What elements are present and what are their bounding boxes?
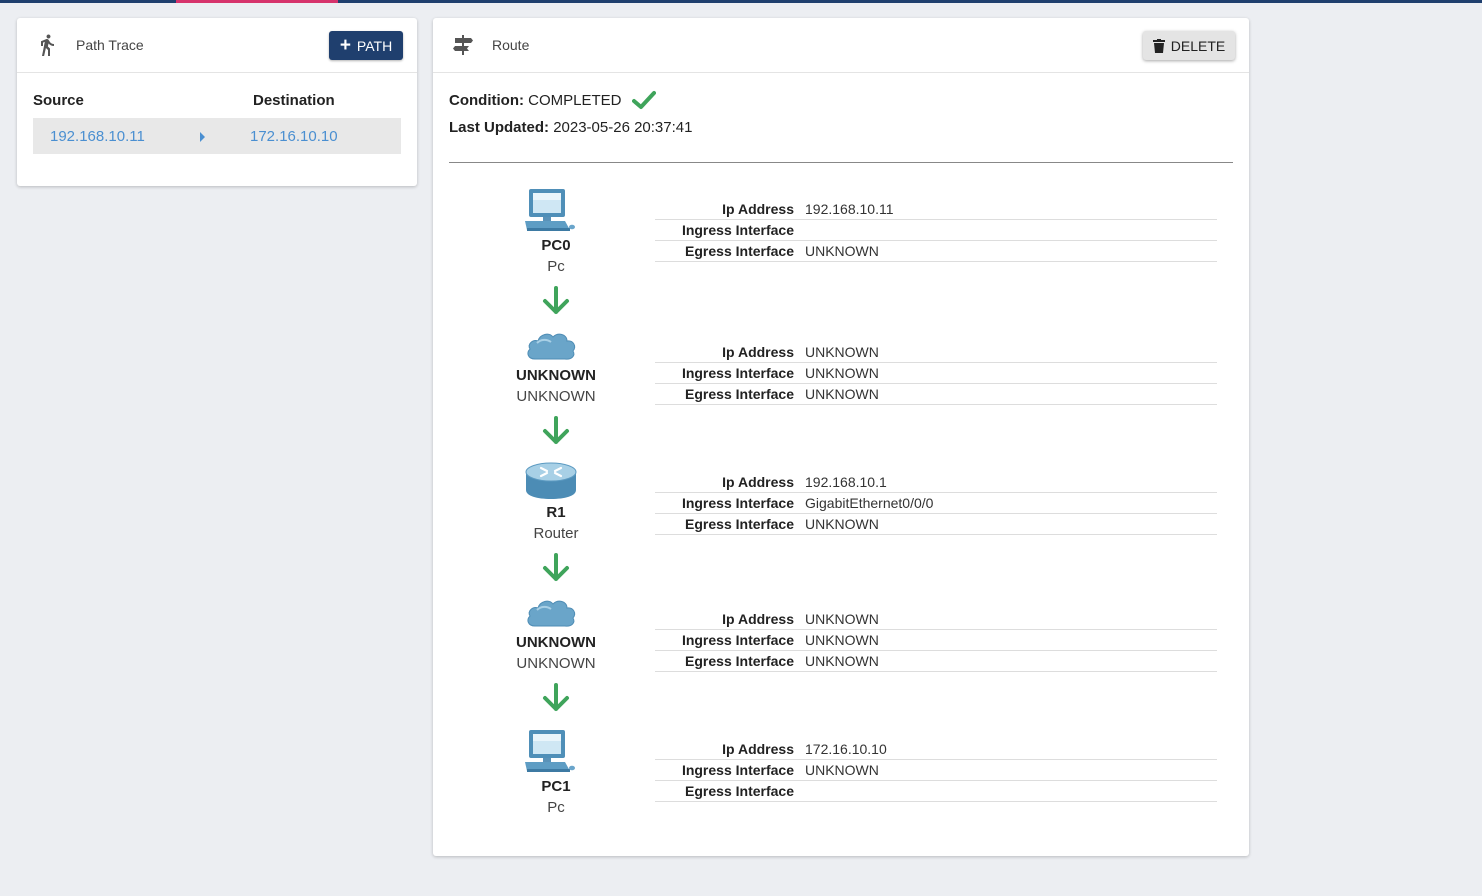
hop-name: PC1: [541, 778, 571, 795]
detail-row-egress: Egress Interface UNKNOWN: [655, 651, 1217, 672]
caret-right-icon: [200, 132, 205, 142]
condition-line: Condition: COMPLETED: [449, 92, 622, 109]
router-icon: [525, 462, 577, 499]
detail-row-egress: Egress Interface UNKNOWN: [655, 514, 1217, 535]
divider: [449, 162, 1233, 163]
cloud-icon: [527, 600, 576, 627]
pc-icon: [525, 189, 575, 231]
panel-title: Path Trace: [76, 37, 144, 53]
arrow-down-icon: [543, 553, 569, 581]
arrow-down-icon: [543, 683, 569, 711]
destination-ip: 172.16.10.10: [250, 128, 338, 145]
detail-row-ingress: Ingress Interface: [655, 220, 1217, 241]
hop-name: R1: [546, 504, 566, 521]
hop-type: UNKNOWN: [516, 388, 596, 405]
hop-type: Pc: [547, 799, 565, 816]
detail-row-ingress: Ingress Interface UNKNOWN: [655, 760, 1217, 781]
detail-row-egress: Egress Interface UNKNOWN: [655, 384, 1217, 405]
checkmark-icon: [632, 91, 656, 109]
plus-icon: +: [339, 34, 351, 56]
route-header: Route DELETE: [433, 18, 1249, 73]
detail-row-ip: Ip Address 172.16.10.10: [655, 739, 1217, 760]
hop-name: UNKNOWN: [516, 634, 596, 651]
detail-row-ingress: Ingress Interface GigabitEthernet0/0/0: [655, 493, 1217, 514]
hop-type: Pc: [547, 258, 565, 275]
condition-label: Condition:: [449, 92, 524, 109]
condition-value: COMPLETED: [528, 92, 622, 109]
last-updated-value: 2023-05-26 20:37:41: [553, 119, 693, 136]
cloud-icon: [527, 333, 576, 360]
source-ip: 192.168.10.11: [50, 128, 145, 145]
add-path-label: PATH: [356, 37, 393, 54]
path-trace-panel: Path Trace + PATH Source Destination 192…: [17, 18, 417, 186]
detail-row-ip: Ip Address 192.168.10.1: [655, 472, 1217, 493]
arrow-down-icon: [543, 286, 569, 314]
detail-row-ingress: Ingress Interface UNKNOWN: [655, 630, 1217, 651]
detail-row-ingress: Ingress Interface UNKNOWN: [655, 363, 1217, 384]
route-panel: Route DELETE Condition: COMPLETED Last U…: [433, 18, 1249, 856]
path-trace-header: Path Trace + PATH: [17, 18, 417, 73]
delete-label: DELETE: [1170, 37, 1226, 54]
hop-name: UNKNOWN: [516, 367, 596, 384]
last-updated-label: Last Updated:: [449, 119, 550, 136]
signpost-icon: [453, 35, 473, 55]
panel-title: Route: [492, 37, 530, 53]
detail-row-egress: Egress Interface: [655, 781, 1217, 802]
path-row[interactable]: 192.168.10.11 172.16.10.10: [33, 118, 401, 154]
add-path-button[interactable]: + PATH: [329, 31, 403, 60]
detail-row-ip: Ip Address UNKNOWN: [655, 342, 1217, 363]
detail-row-egress: Egress Interface UNKNOWN: [655, 241, 1217, 262]
hop-name: PC0: [541, 237, 571, 254]
delete-button[interactable]: DELETE: [1143, 31, 1235, 60]
pc-icon: [525, 730, 575, 772]
detail-row-ip: Ip Address 192.168.10.11: [655, 199, 1217, 220]
arrow-down-icon: [543, 416, 569, 444]
last-updated-line: Last Updated: 2023-05-26 20:37:41: [449, 119, 692, 136]
running-person-icon: [41, 34, 54, 56]
detail-row-ip: Ip Address UNKNOWN: [655, 609, 1217, 630]
destination-column-header: Destination: [253, 92, 335, 109]
hop-type: UNKNOWN: [516, 655, 596, 672]
hop-type: Router: [533, 525, 579, 542]
source-column-header: Source: [33, 92, 84, 109]
active-tab-indicator: [176, 0, 338, 3]
trash-icon: [1152, 38, 1165, 53]
